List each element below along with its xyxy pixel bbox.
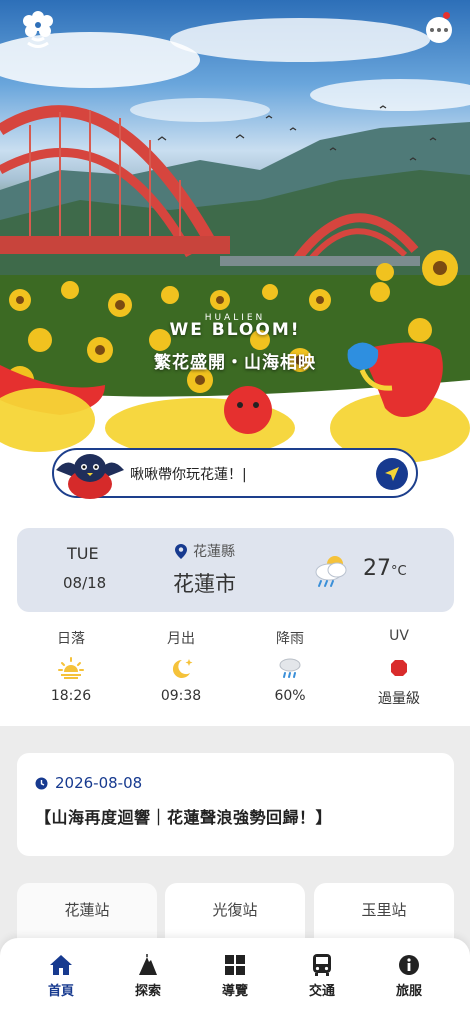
- hero-subtitle: 繁花盛開・山海相映: [154, 353, 316, 373]
- logo-icon[interactable]: [18, 10, 58, 52]
- notification-dot: [443, 12, 450, 19]
- chat-input[interactable]: 啾啾帶你玩花蓮！|: [130, 464, 247, 484]
- clock-icon: [35, 777, 48, 789]
- stat-value: 18:26: [50, 688, 92, 704]
- weather-stats: 日落 18:26 月出 09:38 降雨 60% UV 過量級: [17, 628, 454, 714]
- rain-icon: [279, 658, 301, 678]
- explore-icon: [139, 954, 157, 975]
- sunset-icon: [58, 657, 84, 679]
- nav-guide[interactable]: 導覽: [205, 952, 265, 999]
- tab-station-guangfu[interactable]: 光復站: [165, 883, 305, 939]
- news-date-row: 2026-08-08: [35, 774, 142, 792]
- stat-label: 月出: [167, 631, 195, 647]
- hero-image: [0, 18, 470, 470]
- cloud-rain-sun-icon: [315, 556, 347, 587]
- stat-uv: UV 過量級: [349, 628, 449, 708]
- tab-station-yuli[interactable]: 玉里站: [314, 883, 454, 939]
- nav-service[interactable]: 旅服: [379, 952, 439, 999]
- stat-value: 09:38: [160, 688, 202, 704]
- tab-station-hualien[interactable]: 花蓮站: [17, 883, 157, 939]
- nav-label: 交通: [308, 984, 335, 999]
- stat-sunset: 日落 18:26: [21, 628, 121, 704]
- info-icon: [399, 955, 419, 975]
- nav-label: 導覽: [221, 984, 248, 999]
- hero-brand: WE BLOOM!: [169, 320, 301, 340]
- uv-icon: [391, 660, 407, 676]
- grid-icon: [225, 955, 245, 975]
- location-pin-icon: [175, 543, 187, 559]
- location-row: 花蓮縣: [175, 541, 235, 561]
- weather-county: 花蓮縣: [193, 544, 235, 560]
- weather-date: 08/18: [63, 574, 107, 592]
- stat-label: 降雨: [276, 631, 304, 647]
- weather-temperature: 27°C: [363, 556, 407, 581]
- home-icon: [50, 955, 72, 975]
- hero-banner: HUALIEN WE BLOOM! 繁花盛開・山海相映: [0, 0, 470, 470]
- bus-icon: [313, 954, 331, 976]
- news-title[interactable]: 【山海再度迴響｜花蓮聲浪強勢回歸！】: [35, 804, 332, 828]
- bottom-navigation: 首頁 探索 導覽 交通 旅服: [0, 938, 470, 1024]
- nav-transport[interactable]: 交通: [292, 952, 352, 999]
- weather-city: 花蓮市: [173, 572, 236, 596]
- news-date: 2026-08-08: [55, 774, 143, 792]
- mascot-icon: [54, 448, 126, 500]
- nav-label: 探索: [134, 984, 161, 999]
- stat-rain: 降雨 60%: [240, 628, 340, 704]
- stat-moonrise: 月出 09:38: [131, 628, 231, 704]
- nav-home[interactable]: 首頁: [31, 952, 91, 999]
- send-button[interactable]: [376, 458, 408, 490]
- weather-day: TUE: [67, 544, 99, 563]
- stat-value: 過量級: [378, 691, 420, 707]
- nav-label: 首頁: [47, 984, 74, 999]
- stat-label: UV: [389, 628, 409, 644]
- weather-card[interactable]: TUE 08/18 花蓮縣 花蓮市 27°C: [17, 528, 454, 612]
- nav-explore[interactable]: 探索: [118, 952, 178, 999]
- more-options-button[interactable]: [426, 17, 452, 43]
- nav-label: 旅服: [395, 984, 422, 999]
- send-icon: [385, 467, 399, 481]
- stat-value: 60%: [274, 688, 306, 704]
- moonrise-icon: [172, 659, 193, 678]
- news-card[interactable]: 2026-08-08 【山海再度迴響｜花蓮聲浪強勢回歸！】: [17, 753, 454, 856]
- stat-label: 日落: [57, 631, 85, 647]
